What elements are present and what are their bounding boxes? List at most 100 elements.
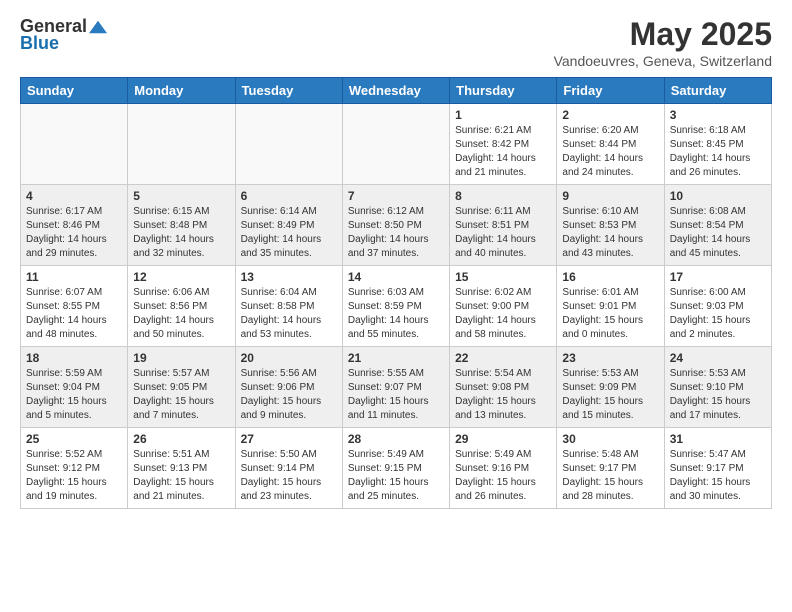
calendar-week-row: 4 Sunrise: 6:17 AM Sunset: 8:46 PM Daylig… [21, 185, 772, 266]
day-info: Sunrise: 6:11 AM Sunset: 8:51 PM Dayligh… [455, 205, 551, 261]
day-number: 16 [562, 270, 658, 284]
day-info: Sunrise: 6:15 AM Sunset: 8:48 PM Dayligh… [133, 205, 229, 261]
calendar-cell: 5 Sunrise: 6:15 AM Sunset: 8:48 PM Daylig… [128, 185, 235, 266]
calendar-cell: 3Sunrise: 6:18 AM Sunset: 8:45 PM Daylig… [664, 104, 771, 185]
day-info: Sunrise: 5:49 AM Sunset: 9:15 PM Dayligh… [348, 448, 444, 504]
day-info: Sunrise: 6:12 AM Sunset: 8:50 PM Dayligh… [348, 205, 444, 261]
day-number: 23 [562, 351, 658, 365]
day-info: Sunrise: 5:51 AM Sunset: 9:13 PM Dayligh… [133, 448, 229, 504]
day-info: Sunrise: 6:03 AM Sunset: 8:59 PM Dayligh… [348, 286, 444, 342]
calendar-cell: 24Sunrise: 5:53 AM Sunset: 9:10 PM Dayli… [664, 347, 771, 428]
day-number: 26 [133, 432, 229, 446]
day-info: Sunrise: 6:14 AM Sunset: 8:49 PM Dayligh… [241, 205, 337, 261]
day-info: Sunrise: 6:20 AM Sunset: 8:44 PM Dayligh… [562, 124, 658, 180]
calendar-cell: 6 Sunrise: 6:14 AM Sunset: 8:49 PM Daylig… [235, 185, 342, 266]
calendar-cell: 4 Sunrise: 6:17 AM Sunset: 8:46 PM Daylig… [21, 185, 128, 266]
logo-blue: Blue [20, 33, 59, 54]
day-number: 25 [26, 432, 122, 446]
day-number: 22 [455, 351, 551, 365]
day-number: 11 [26, 270, 122, 284]
day-info: Sunrise: 6:21 AM Sunset: 8:42 PM Dayligh… [455, 124, 551, 180]
day-info: Sunrise: 6:06 AM Sunset: 8:56 PM Dayligh… [133, 286, 229, 342]
calendar-cell: 8 Sunrise: 6:11 AM Sunset: 8:51 PM Daylig… [450, 185, 557, 266]
day-number: 15 [455, 270, 551, 284]
day-number: 10 [670, 189, 766, 203]
day-info: Sunrise: 5:48 AM Sunset: 9:17 PM Dayligh… [562, 448, 658, 504]
day-number: 8 [455, 189, 551, 203]
day-number: 7 [348, 189, 444, 203]
day-number: 29 [455, 432, 551, 446]
day-info: Sunrise: 5:49 AM Sunset: 9:16 PM Dayligh… [455, 448, 551, 504]
calendar-day-header: Monday [128, 78, 235, 104]
calendar-cell: 17 Sunrise: 6:00 AM Sunset: 9:03 PM Dayli… [664, 266, 771, 347]
calendar-cell: 15Sunrise: 6:02 AM Sunset: 9:00 PM Dayli… [450, 266, 557, 347]
day-info: Sunrise: 6:07 AM Sunset: 8:55 PM Dayligh… [26, 286, 122, 342]
logo-icon [89, 20, 107, 34]
calendar-cell [128, 104, 235, 185]
day-info: Sunrise: 5:53 AM Sunset: 9:09 PM Dayligh… [562, 367, 658, 423]
calendar-cell: 14Sunrise: 6:03 AM Sunset: 8:59 PM Dayli… [342, 266, 449, 347]
day-info: Sunrise: 6:08 AM Sunset: 8:54 PM Dayligh… [670, 205, 766, 261]
day-info: Sunrise: 6:01 AM Sunset: 9:01 PM Dayligh… [562, 286, 658, 342]
calendar-week-row: 11 Sunrise: 6:07 AM Sunset: 8:55 PM Dayli… [21, 266, 772, 347]
calendar-day-header: Thursday [450, 78, 557, 104]
day-number: 20 [241, 351, 337, 365]
day-number: 19 [133, 351, 229, 365]
logo: General Blue [20, 16, 107, 54]
day-info: Sunrise: 5:57 AM Sunset: 9:05 PM Dayligh… [133, 367, 229, 423]
day-number: 27 [241, 432, 337, 446]
day-number: 9 [562, 189, 658, 203]
calendar-cell: 21Sunrise: 5:55 AM Sunset: 9:07 PM Dayli… [342, 347, 449, 428]
calendar-cell: 26 Sunrise: 5:51 AM Sunset: 9:13 PM Dayli… [128, 428, 235, 509]
calendar-week-row: 1 Sunrise: 6:21 AM Sunset: 8:42 PM Daylig… [21, 104, 772, 185]
day-info: Sunrise: 6:17 AM Sunset: 8:46 PM Dayligh… [26, 205, 122, 261]
day-info: Sunrise: 6:04 AM Sunset: 8:58 PM Dayligh… [241, 286, 337, 342]
day-info: Sunrise: 5:55 AM Sunset: 9:07 PM Dayligh… [348, 367, 444, 423]
calendar-cell: 9Sunrise: 6:10 AM Sunset: 8:53 PM Daylig… [557, 185, 664, 266]
day-number: 4 [26, 189, 122, 203]
day-number: 3 [670, 108, 766, 122]
day-number: 5 [133, 189, 229, 203]
calendar-cell: 16 Sunrise: 6:01 AM Sunset: 9:01 PM Dayli… [557, 266, 664, 347]
day-number: 17 [670, 270, 766, 284]
header: General Blue May 2025 Vandoeuvres, Genev… [20, 16, 772, 69]
day-number: 31 [670, 432, 766, 446]
calendar-cell [235, 104, 342, 185]
day-number: 13 [241, 270, 337, 284]
calendar-cell: 28 Sunrise: 5:49 AM Sunset: 9:15 PM Dayli… [342, 428, 449, 509]
calendar-cell: 23 Sunrise: 5:53 AM Sunset: 9:09 PM Dayli… [557, 347, 664, 428]
calendar-week-row: 18Sunrise: 5:59 AM Sunset: 9:04 PM Dayli… [21, 347, 772, 428]
location: Vandoeuvres, Geneva, Switzerland [554, 53, 772, 69]
title-block: May 2025 Vandoeuvres, Geneva, Switzerlan… [554, 16, 772, 69]
calendar-cell: 12 Sunrise: 6:06 AM Sunset: 8:56 PM Dayli… [128, 266, 235, 347]
calendar-day-header: Tuesday [235, 78, 342, 104]
day-info: Sunrise: 5:47 AM Sunset: 9:17 PM Dayligh… [670, 448, 766, 504]
day-number: 28 [348, 432, 444, 446]
day-number: 1 [455, 108, 551, 122]
day-number: 12 [133, 270, 229, 284]
calendar-day-header: Wednesday [342, 78, 449, 104]
month-year: May 2025 [554, 16, 772, 53]
calendar-cell: 25 Sunrise: 5:52 AM Sunset: 9:12 PM Dayli… [21, 428, 128, 509]
day-info: Sunrise: 6:00 AM Sunset: 9:03 PM Dayligh… [670, 286, 766, 342]
calendar-cell [21, 104, 128, 185]
day-info: Sunrise: 5:56 AM Sunset: 9:06 PM Dayligh… [241, 367, 337, 423]
day-number: 2 [562, 108, 658, 122]
calendar-day-header: Friday [557, 78, 664, 104]
calendar-cell: 7 Sunrise: 6:12 AM Sunset: 8:50 PM Daylig… [342, 185, 449, 266]
calendar-cell: 29 Sunrise: 5:49 AM Sunset: 9:16 PM Dayli… [450, 428, 557, 509]
day-info: Sunrise: 5:59 AM Sunset: 9:04 PM Dayligh… [26, 367, 122, 423]
calendar-week-row: 25 Sunrise: 5:52 AM Sunset: 9:12 PM Dayli… [21, 428, 772, 509]
page: General Blue May 2025 Vandoeuvres, Genev… [0, 0, 792, 525]
day-info: Sunrise: 5:53 AM Sunset: 9:10 PM Dayligh… [670, 367, 766, 423]
calendar-day-header: Saturday [664, 78, 771, 104]
calendar-cell: 31 Sunrise: 5:47 AM Sunset: 9:17 PM Dayli… [664, 428, 771, 509]
day-info: Sunrise: 5:54 AM Sunset: 9:08 PM Dayligh… [455, 367, 551, 423]
day-number: 6 [241, 189, 337, 203]
day-info: Sunrise: 5:52 AM Sunset: 9:12 PM Dayligh… [26, 448, 122, 504]
calendar-cell: 20 Sunrise: 5:56 AM Sunset: 9:06 PM Dayli… [235, 347, 342, 428]
calendar-cell: 1 Sunrise: 6:21 AM Sunset: 8:42 PM Daylig… [450, 104, 557, 185]
calendar-day-header: Sunday [21, 78, 128, 104]
calendar-cell: 19 Sunrise: 5:57 AM Sunset: 9:05 PM Dayli… [128, 347, 235, 428]
calendar: SundayMondayTuesdayWednesdayThursdayFrid… [20, 77, 772, 509]
